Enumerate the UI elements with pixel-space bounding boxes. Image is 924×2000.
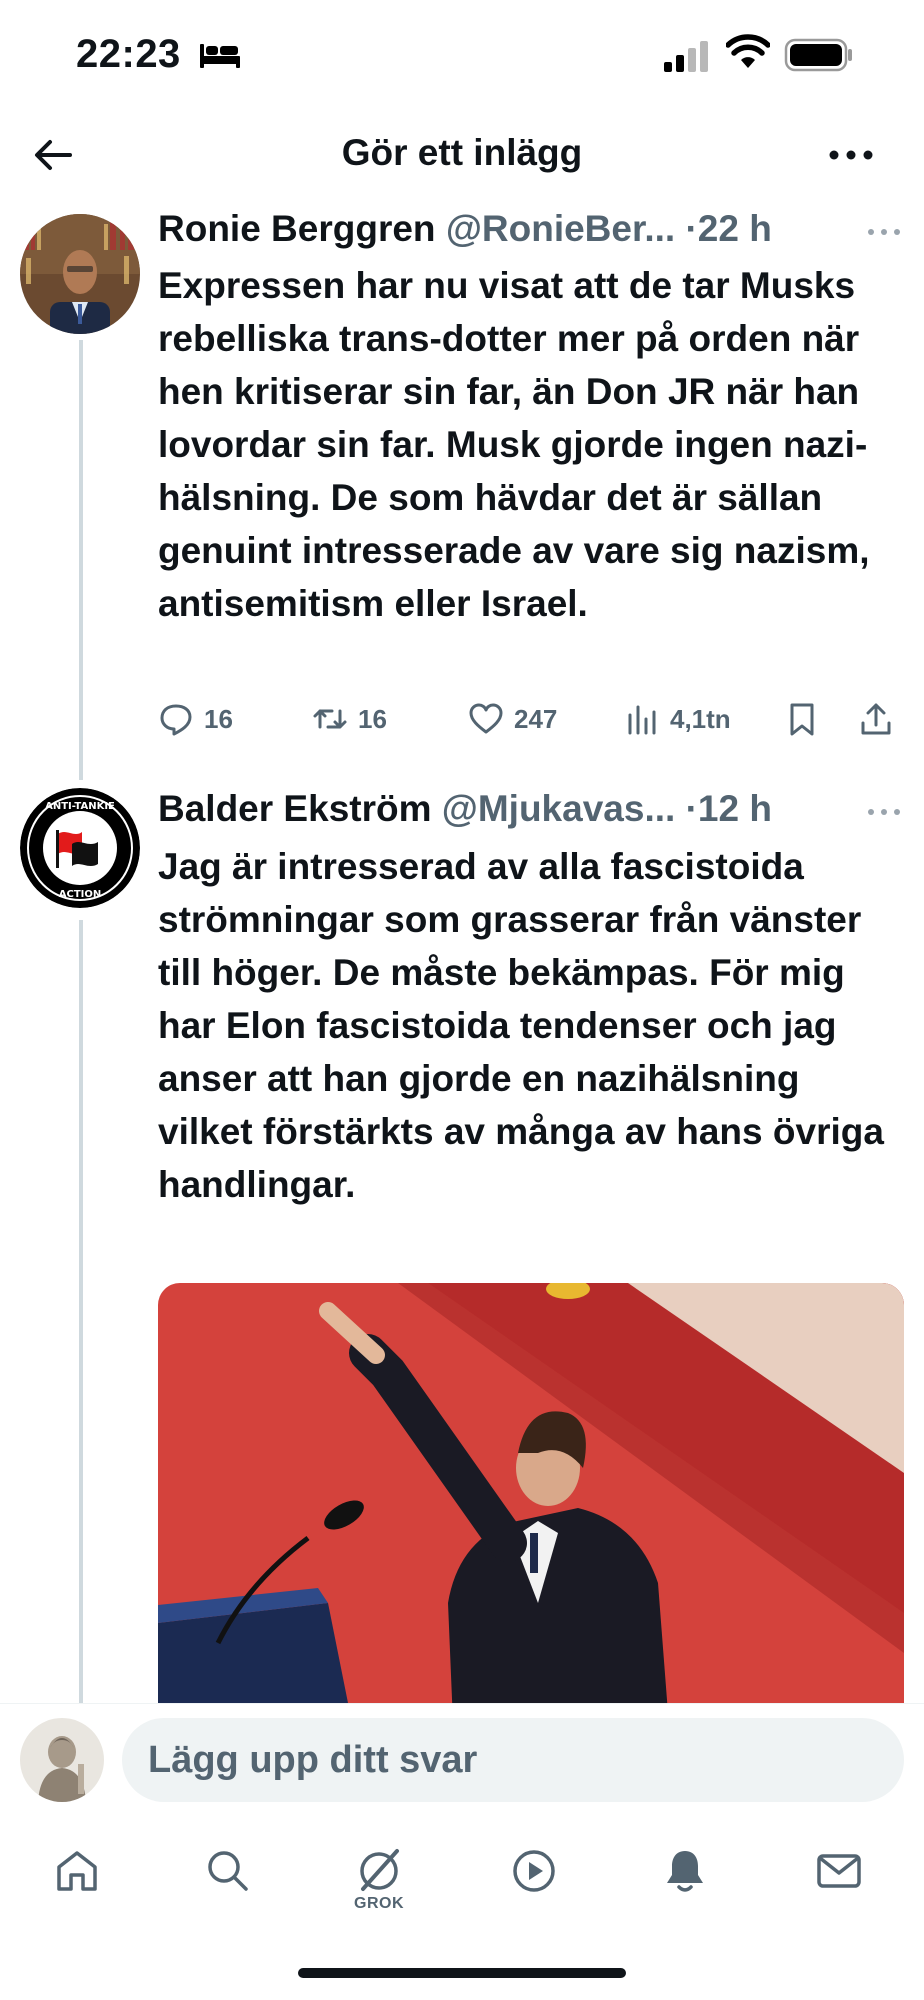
search-icon xyxy=(208,1851,248,1891)
page-title: Gör ett inlägg xyxy=(341,132,583,173)
tweet-text: Expressen har nu visat att de tar Musks … xyxy=(158,265,870,624)
nav-video[interactable] xyxy=(499,1845,569,1915)
thread-line xyxy=(79,920,83,1703)
reply-icon xyxy=(160,704,192,736)
heart-icon xyxy=(469,703,503,734)
reply-count: 16 xyxy=(204,703,233,734)
status-time: 22:23 xyxy=(76,32,181,76)
wifi-icon xyxy=(726,34,770,68)
status-bar: 22:23 xyxy=(0,0,924,110)
avatar[interactable]: ANTI-TANKIE ACTION xyxy=(20,788,140,908)
user-avatar-photo xyxy=(20,1718,104,1802)
tweet-actions: 16 16 247 4,1tn xyxy=(158,694,898,744)
bed-icon xyxy=(200,44,240,68)
author-name[interactable]: Ronie Berggren xyxy=(158,208,436,249)
like-count: 247 xyxy=(514,703,558,734)
author-handle[interactable]: @Mjukavas... xyxy=(442,788,676,829)
author-handle[interactable]: @RonieBer... xyxy=(446,208,675,249)
grok-icon xyxy=(360,1849,399,1891)
author-name[interactable]: Balder Ekström xyxy=(158,788,432,829)
svg-text:ANTI-TANKIE: ANTI-TANKIE xyxy=(45,801,115,812)
views-button[interactable]: 4,1tn xyxy=(624,694,731,744)
tweet-header: Balder Ekström @Mjukavas... ·12 h xyxy=(158,788,898,830)
more-horizontal-icon[interactable] xyxy=(866,226,902,238)
nav-search[interactable] xyxy=(193,1845,263,1915)
tweet-header: Ronie Berggren @RonieBer... ·22 h xyxy=(158,208,898,250)
antifa-flag-logo: ANTI-TANKIE ACTION xyxy=(20,788,140,908)
repost-icon xyxy=(313,709,347,729)
nav-grok[interactable]: GROK xyxy=(344,1845,414,1915)
nav-home[interactable] xyxy=(42,1845,112,1915)
like-button[interactable]: 247 xyxy=(468,694,557,744)
bookmark-icon xyxy=(790,703,814,736)
top-header: Gör ett inlägg xyxy=(0,110,924,206)
video-icon xyxy=(513,1850,555,1892)
tweet-text: Jag är intresserad av alla fascistoida s… xyxy=(158,846,884,1205)
avatar[interactable] xyxy=(20,1718,104,1802)
tweet-time[interactable]: ·22 h xyxy=(685,208,771,249)
more-horizontal-icon[interactable] xyxy=(866,806,902,818)
media-photo xyxy=(158,1283,904,1703)
tweet-media-image[interactable] xyxy=(158,1283,904,1703)
nav-notifications[interactable] xyxy=(650,1845,720,1915)
reply-bar xyxy=(0,1703,924,1811)
cellular-signal-icon xyxy=(664,41,708,72)
tweet-time[interactable]: ·12 h xyxy=(686,788,772,829)
share-icon xyxy=(861,703,891,735)
home-indicator xyxy=(298,1968,626,1978)
avatar-photo xyxy=(20,214,140,334)
more-horizontal-icon[interactable] xyxy=(826,132,876,178)
repost-count: 16 xyxy=(358,703,387,734)
avatar[interactable] xyxy=(20,214,140,334)
home-icon xyxy=(57,1851,97,1891)
messages-icon xyxy=(817,1854,861,1888)
share-button[interactable] xyxy=(858,694,904,744)
battery-icon xyxy=(784,38,852,72)
views-icon xyxy=(628,705,656,735)
svg-text:ACTION: ACTION xyxy=(59,889,102,900)
notifications-icon xyxy=(667,1851,703,1892)
grok-label: GROK xyxy=(354,1895,404,1912)
nav-messages[interactable] xyxy=(804,1845,874,1915)
thread-line xyxy=(79,340,83,780)
repost-button[interactable]: 16 xyxy=(312,694,387,744)
reply-button[interactable]: 16 xyxy=(158,694,233,744)
reply-input[interactable] xyxy=(122,1718,904,1802)
bookmark-button[interactable] xyxy=(784,694,830,744)
views-count: 4,1tn xyxy=(670,703,731,734)
bottom-nav: GROK xyxy=(0,1811,924,2000)
